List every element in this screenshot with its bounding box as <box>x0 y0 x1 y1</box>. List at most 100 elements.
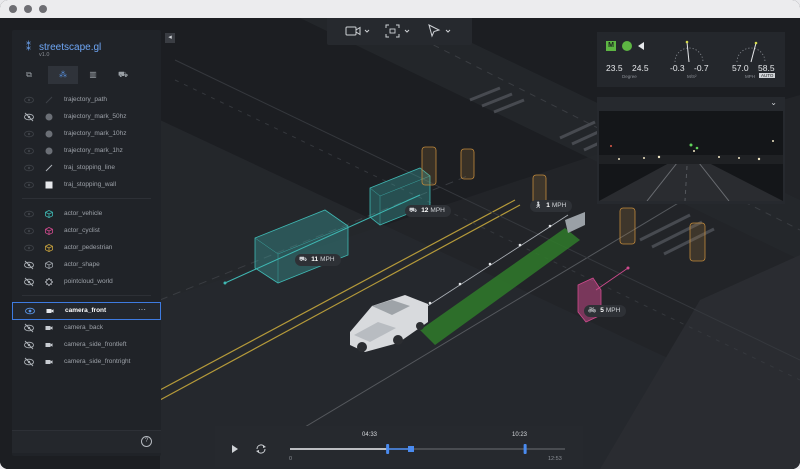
speed-value: 57.0 <box>732 63 749 73</box>
layer-traj-stopping-line[interactable]: traj_stopping_line <box>12 160 161 176</box>
dot-icon <box>45 147 53 155</box>
timeline-slider[interactable] <box>290 443 565 455</box>
eye-off-icon[interactable] <box>24 260 34 270</box>
chevron-down-icon[interactable]: ⌄ <box>770 98 777 107</box>
pedestrian-speed-label[interactable]: 🚶︎ 1 MPH <box>530 200 573 212</box>
app-version: v1.0 <box>39 52 50 58</box>
layer-actor-vehicle[interactable]: actor_vehicle <box>12 206 161 222</box>
heading-target-value: 24.5 <box>632 63 649 73</box>
layer-trajectory-mark-50hz[interactable]: trajectory_mark_50hz <box>12 109 161 125</box>
pointcloud-icon <box>45 278 53 286</box>
copy-icon: ⧉ <box>26 70 32 79</box>
speed-mode-badge: AUTO <box>759 73 776 78</box>
layer-camera-side-frontleft[interactable]: camera_side_frontleft <box>12 337 161 353</box>
dot-icon <box>45 130 53 138</box>
window-titlebar <box>0 0 800 19</box>
app-logo: ⁑ streetscape.gl <box>26 42 101 53</box>
window-minimize-button[interactable] <box>24 5 32 13</box>
layer-trajectory-mark-10hz[interactable]: trajectory_mark_10hz <box>12 126 161 142</box>
nodes-icon: ⁂ <box>59 70 67 79</box>
playback-timeline: 04:33 10:23 0 12:53 <box>215 426 583 467</box>
timeline-end-label: 12:53 <box>548 456 562 462</box>
camera-image <box>599 111 783 201</box>
map-icon: ▥ <box>89 70 97 79</box>
layer-actor-cyclist[interactable]: actor_cyclist <box>12 223 161 239</box>
eye-icon[interactable] <box>24 209 34 219</box>
heading-unit: Degree <box>622 74 637 79</box>
app-window: ⛟ 12 MPH ⛟ 11 MPH 🚶︎ 1 MPH 🚲︎ 5 MPH ⁑ streetscape… <box>0 0 800 469</box>
window-close-button[interactable] <box>9 5 17 13</box>
playhead-handle[interactable] <box>386 444 390 454</box>
timeline-start-label: 0 <box>289 456 293 462</box>
tab-vehicle[interactable]: ⛟ <box>108 66 138 84</box>
vehicle-speed-label[interactable]: ⛟ 12 MPH <box>405 205 451 217</box>
camera-icon <box>45 343 53 347</box>
eye-icon[interactable] <box>25 306 35 316</box>
divider <box>22 198 151 199</box>
square-icon <box>45 181 53 189</box>
layers-panel: ⁑ streetscape.gl v1.0 ⧉ ⁂ ▥ ⛟ trajectory_… <box>12 30 161 456</box>
collapse-panel-button[interactable]: ◂ <box>165 33 175 43</box>
eye-icon[interactable] <box>24 129 34 139</box>
layer-actor-pedestrian[interactable]: actor_pedestrian <box>12 240 161 256</box>
tab-objects[interactable]: ⁂ <box>48 66 78 84</box>
loop-icon[interactable] <box>255 443 267 455</box>
eye-icon[interactable] <box>24 146 34 156</box>
heading-value: 23.5 <box>606 63 623 73</box>
cube-icon <box>45 210 53 218</box>
lookahead-end-handle[interactable] <box>523 444 527 454</box>
window-maximize-button[interactable] <box>39 5 47 13</box>
speed-unit: MPH <box>745 74 755 79</box>
eye-icon[interactable] <box>24 243 34 253</box>
eye-off-icon[interactable] <box>24 112 34 122</box>
car-icon: ⛟ <box>409 207 418 214</box>
turn-signal-left-icon <box>638 42 644 50</box>
lookahead-time-label: 10:23 <box>512 432 528 438</box>
panel-tabs: ⧉ ⁂ ▥ ⛟ <box>12 66 161 84</box>
cyclist-speed-label[interactable]: 🚲︎ 5 MPH <box>584 305 627 317</box>
help-icon[interactable]: ? <box>141 436 152 447</box>
speed-gauge <box>736 41 766 63</box>
vehicle-speed-label[interactable]: ⛟ 11 MPH <box>295 254 341 266</box>
vehicle-meters-panel: M 23.5 24.5 Degree -0.3 -0.7 M/S² 57.0 5… <box>597 32 785 87</box>
layer-camera-front[interactable]: camera_front ··· <box>12 302 161 320</box>
select-tool-button[interactable] <box>427 24 455 38</box>
layer-trajectory-mark-1hz[interactable]: trajectory_mark_1hz <box>12 143 161 159</box>
tab-streams[interactable]: ⧉ <box>14 66 44 84</box>
lookahead-handle[interactable] <box>408 446 414 452</box>
layer-actor-shape[interactable]: actor_shape <box>12 257 161 273</box>
tab-map[interactable]: ▥ <box>78 66 108 84</box>
layer-camera-side-frontright[interactable]: camera_side_frontright <box>12 354 161 370</box>
acceleration-value: -0.3 <box>670 63 685 73</box>
eye-off-icon[interactable] <box>24 357 34 367</box>
eye-icon[interactable] <box>24 226 34 236</box>
divider <box>22 295 151 296</box>
chevron-left-icon: ◂ <box>168 34 172 41</box>
cube-icon <box>45 261 53 269</box>
focus-view-button[interactable] <box>385 24 413 38</box>
eye-icon[interactable] <box>24 180 34 190</box>
acceleration-gauge <box>674 40 704 63</box>
play-icon[interactable] <box>231 444 239 454</box>
pedestrian-icon: 🚶︎ <box>534 202 543 209</box>
camera-video-panel: ⌄ <box>597 97 785 204</box>
cube-icon <box>45 227 53 235</box>
more-options-icon[interactable]: ··· <box>138 305 146 314</box>
layer-trajectory-path[interactable]: trajectory_path <box>12 92 161 108</box>
eye-icon[interactable] <box>24 95 34 105</box>
eye-off-icon[interactable] <box>24 323 34 333</box>
layer-camera-back[interactable]: camera_back <box>12 320 161 336</box>
eye-off-icon[interactable] <box>24 277 34 287</box>
camera-video-frame[interactable] <box>599 111 783 201</box>
acceleration-target-value: -0.7 <box>694 63 709 73</box>
mode-badge: M <box>606 41 616 51</box>
layer-traj-stopping-wall[interactable]: traj_stopping_wall <box>12 177 161 193</box>
line-icon <box>45 96 53 104</box>
camera-icon <box>46 309 54 313</box>
layer-pointcloud-world[interactable]: pointcloud_world <box>12 274 161 290</box>
speed-target-value: 58.5 <box>758 63 775 73</box>
camera-view-button[interactable] <box>345 24 373 38</box>
camera-icon <box>45 360 53 364</box>
eye-icon[interactable] <box>24 163 34 173</box>
eye-off-icon[interactable] <box>24 340 34 350</box>
